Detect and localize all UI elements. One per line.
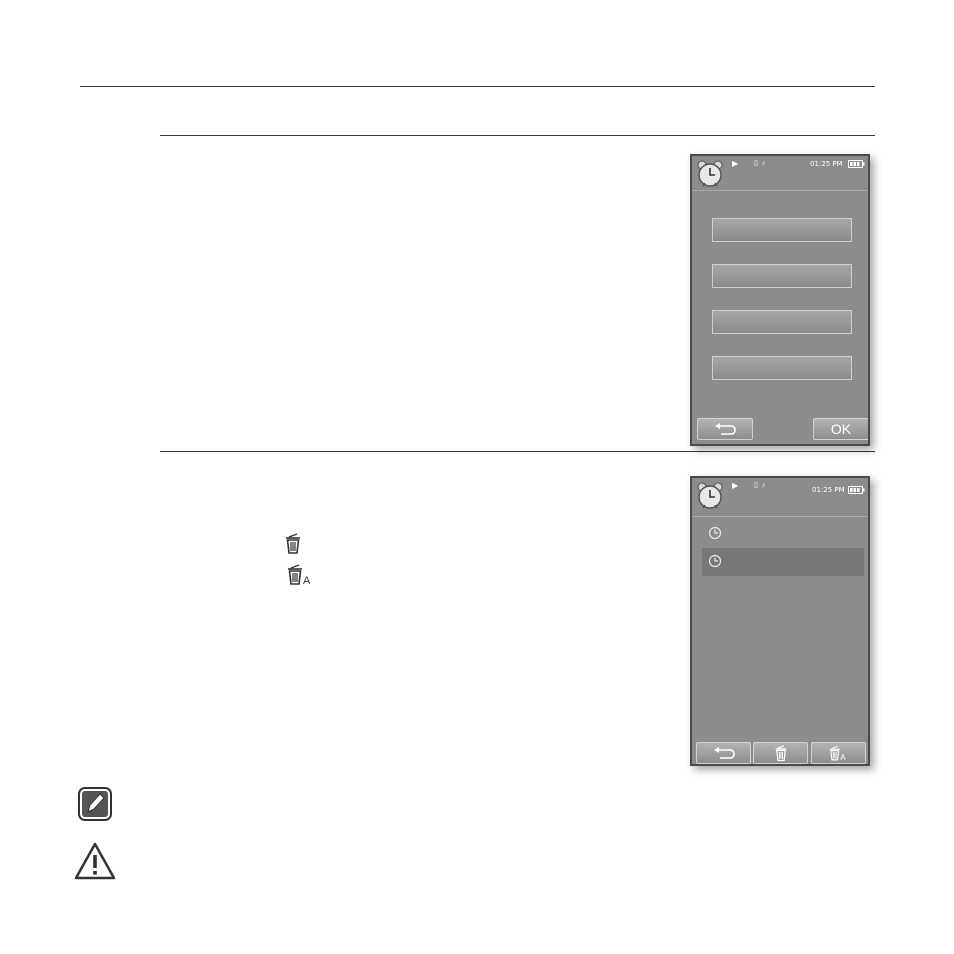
warning-triangle-icon: [74, 842, 116, 880]
battery-icon: [848, 160, 865, 168]
status-bar: ▶ ▯ ♪ 01:25 PM: [692, 478, 868, 517]
status-bar: ▶ ▯ ♪ 01:25 PM: [692, 156, 868, 191]
alarm-clock-icon: [697, 160, 723, 187]
menu-option-1[interactable]: [712, 218, 852, 242]
play-status-icon: ▶: [732, 159, 739, 168]
status-clock: 01:25 PM: [812, 486, 845, 494]
status-indicator-icons: ▯ ♪: [754, 482, 767, 489]
svg-text:A: A: [303, 575, 311, 587]
top-rule: [80, 86, 875, 87]
delete-button[interactable]: [753, 742, 808, 764]
play-status-icon: ▶: [732, 481, 739, 490]
back-button[interactable]: [697, 418, 753, 440]
battery-icon: [848, 486, 865, 494]
trash-icon: [286, 533, 300, 554]
back-arrow-icon: [713, 747, 735, 759]
section-rule-1: [160, 135, 875, 136]
delete-all-button[interactable]: A: [811, 742, 866, 764]
status-clock: 01:25 PM: [810, 160, 843, 168]
trash-icon: [775, 745, 786, 762]
alarm-list-item-selected[interactable]: [702, 548, 864, 576]
menu-option-3[interactable]: [712, 310, 852, 334]
back-arrow-icon: [715, 423, 736, 435]
device-screen-alarm-list: ▶ ▯ ♪ 01:25 PM A: [690, 476, 870, 766]
note-pencil-icon: [78, 787, 112, 821]
menu-option-2[interactable]: [712, 264, 852, 288]
alarm-clock-icon: [708, 554, 722, 568]
alarm-list-item[interactable]: [702, 520, 864, 548]
svg-text:A: A: [840, 753, 846, 762]
back-button[interactable]: [696, 742, 751, 764]
alarm-clock-icon: [708, 526, 722, 540]
section-rule-2: [160, 451, 875, 452]
ok-button[interactable]: OK: [813, 418, 868, 440]
alarm-clock-icon: [697, 482, 723, 509]
trash-all-icon: A: [288, 564, 311, 587]
menu-option-4[interactable]: [712, 356, 852, 380]
status-indicator-icons: ▯ ♪: [754, 160, 767, 167]
trash-all-icon: A: [829, 745, 846, 762]
device-screen-alarm-type: ▶ ▯ ♪ 01:25 PM OK: [690, 154, 870, 446]
